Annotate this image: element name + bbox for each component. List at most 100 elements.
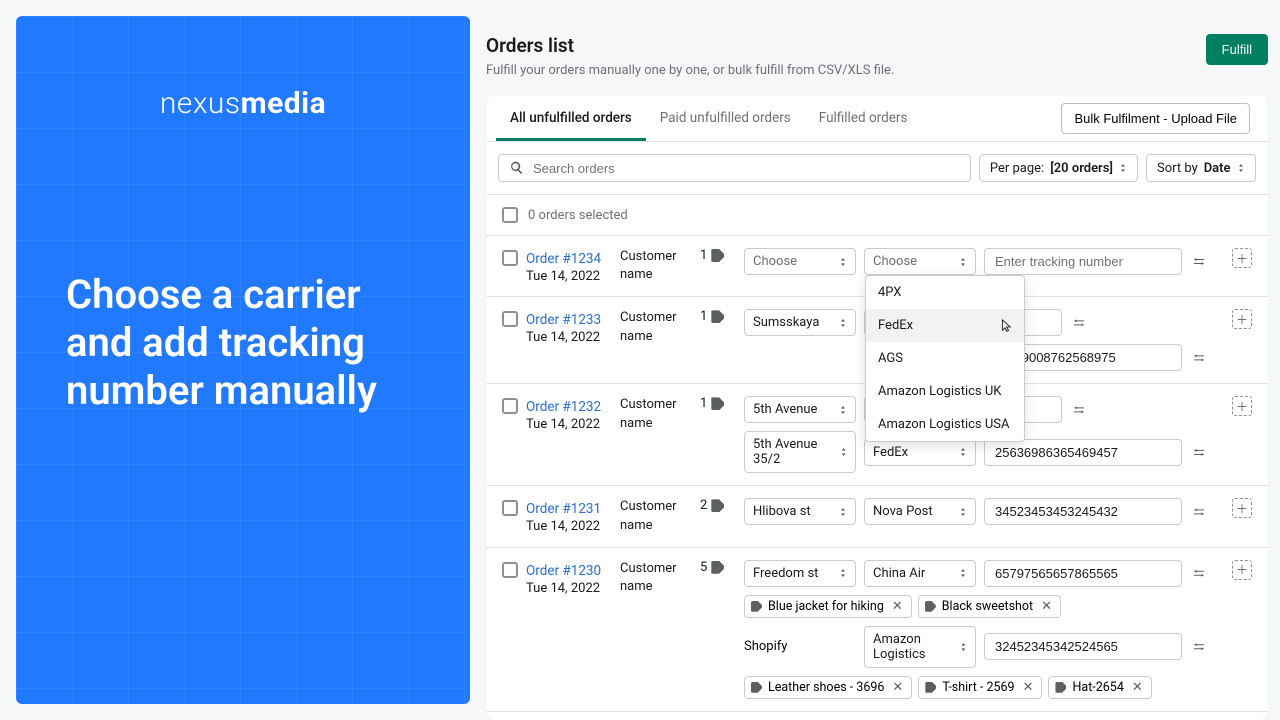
caret-icon (959, 508, 967, 516)
option-label: FedEx (878, 318, 913, 333)
chip-remove-icon[interactable]: ✕ (892, 599, 903, 614)
row-checkbox[interactable] (502, 311, 518, 327)
reorder-icon[interactable] (1190, 503, 1208, 521)
add-line-button[interactable]: ＋ (1232, 560, 1252, 580)
select-all-checkbox[interactable] (502, 207, 518, 223)
item-count: 1 (700, 396, 736, 411)
caret-icon (839, 569, 847, 577)
caret-icon (839, 508, 847, 516)
fulfill-button[interactable]: Fulfill (1206, 34, 1268, 65)
product-chip[interactable]: Hat-2654✕ (1048, 676, 1151, 699)
address-select[interactable]: Choose (744, 248, 856, 275)
tab-fulfilled[interactable]: Fulfilled orders (805, 96, 922, 141)
address-value: 5th Avenue (753, 402, 817, 417)
row-checkbox[interactable] (502, 562, 518, 578)
product-chips: Leather shoes - 3696✕ T-shirt - 2569✕ Hat-… (744, 676, 1220, 699)
tracking-input[interactable] (984, 498, 1182, 525)
reorder-icon[interactable] (1190, 638, 1208, 656)
add-line-button[interactable]: ＋ (1232, 309, 1252, 329)
dropdown-option[interactable]: Amazon Logistics UK (866, 375, 1024, 408)
add-line-button[interactable]: ＋ (1232, 396, 1252, 416)
chip-remove-icon[interactable]: ✕ (1041, 599, 1052, 614)
page-title: Orders list (486, 34, 894, 57)
fulfillment-line: Hlibova st Nova Post (744, 498, 1220, 525)
tag-icon (711, 499, 724, 512)
carrier-select[interactable]: Choose4PXFedExAGSAmazon Logistics UKAmaz… (864, 248, 976, 275)
cursor-icon (998, 319, 1012, 333)
tab-all-unfulfilled[interactable]: All unfulfilled orders (496, 96, 646, 141)
carrier-select[interactable]: FedEx (864, 439, 976, 466)
dropdown-option[interactable]: FedEx (866, 309, 1024, 342)
tracking-input[interactable] (984, 560, 1182, 587)
fulfillment-line: Freedom st China Air (744, 560, 1220, 587)
address-select[interactable]: Hlibova st (744, 498, 856, 525)
reorder-icon[interactable] (1070, 314, 1088, 332)
tracking-input[interactable] (984, 248, 1182, 275)
address-select[interactable]: Sumsskaya (744, 309, 856, 336)
chip-label: Blue jacket for hiking (768, 599, 884, 614)
caret-icon (960, 643, 967, 651)
order-link[interactable]: Order #1231 (526, 501, 601, 517)
search-input-wrap[interactable] (498, 154, 971, 182)
customer-name: Customer name (620, 248, 692, 284)
reorder-icon[interactable] (1190, 443, 1208, 461)
order-link[interactable]: Order #1230 (526, 563, 601, 579)
order-row: Order #1234Tue 14, 2022Customer name1Cho… (486, 236, 1268, 297)
tab-paid-unfulfilled[interactable]: Paid unfulfilled orders (646, 96, 805, 141)
dropdown-option[interactable]: AGS (866, 342, 1024, 375)
product-chip[interactable]: T-shirt - 2569✕ (918, 676, 1042, 699)
product-chips: Blue jacket for hiking✕Black sweetshot✕ (744, 595, 1220, 618)
tag-icon (1055, 682, 1066, 693)
reorder-icon[interactable] (1190, 564, 1208, 582)
search-input[interactable] (533, 161, 960, 176)
bulk-upload-button[interactable]: Bulk Fulfilment - Upload File (1061, 103, 1250, 134)
add-line-button[interactable]: ＋ (1232, 248, 1252, 268)
carrier-select[interactable]: Amazon Logistics (864, 626, 976, 668)
order-link[interactable]: Order #1233 (526, 312, 601, 328)
order-date: Tue 14, 2022 (526, 581, 612, 596)
order-link[interactable]: Order #1234 (526, 251, 601, 267)
caret-icon (1119, 164, 1127, 172)
carrier-value: Amazon Logistics (873, 632, 960, 662)
tag-icon (751, 682, 762, 693)
address-select[interactable]: 5th Avenue 35/2 (744, 431, 856, 473)
page-subtitle: Fulfill your orders manually one by one,… (486, 63, 894, 78)
dropdown-option[interactable]: 4PX (866, 276, 1024, 309)
reorder-icon[interactable] (1190, 253, 1208, 271)
sortby-label: Sort by (1157, 161, 1198, 176)
order-link[interactable]: Order #1232 (526, 399, 601, 415)
carrier-select[interactable]: China Air (864, 560, 976, 587)
order-row: Order #1231Tue 14, 2022Customer name2Hli… (486, 486, 1268, 547)
address-value: Freedom st (753, 566, 818, 581)
chip-remove-icon[interactable]: ✕ (892, 680, 903, 695)
search-icon (509, 160, 525, 176)
channel-label: Shopify (744, 634, 856, 659)
carrier-value: Choose (873, 254, 917, 269)
product-chip[interactable]: Black sweetshot✕ (918, 595, 1061, 618)
dropdown-option[interactable]: Amazon Logistics USA (866, 408, 1024, 441)
row-checkbox[interactable] (502, 250, 518, 266)
reorder-icon[interactable] (1190, 349, 1208, 367)
row-checkbox[interactable] (502, 398, 518, 414)
sort-by-select[interactable]: Sort by Date (1146, 154, 1256, 182)
tracking-input[interactable] (984, 633, 1182, 660)
order-date: Tue 14, 2022 (526, 330, 612, 345)
chip-remove-icon[interactable]: ✕ (1132, 680, 1143, 695)
per-page-select[interactable]: Per page: [20 orders] (979, 154, 1138, 182)
brand-bold: media (241, 86, 327, 121)
carrier-select[interactable]: Nova Post (864, 498, 976, 525)
chip-remove-icon[interactable]: ✕ (1023, 680, 1034, 695)
tracking-input[interactable] (984, 439, 1182, 466)
option-label: 4PX (878, 285, 901, 300)
add-line-button[interactable]: ＋ (1232, 498, 1252, 518)
product-chip[interactable]: Blue jacket for hiking ✕ (744, 595, 912, 618)
address-select[interactable]: 5th Avenue (744, 396, 856, 423)
carrier-value: Nova Post (873, 504, 933, 519)
product-chip[interactable]: Leather shoes - 3696✕ (744, 676, 912, 699)
item-count: 1 (700, 248, 736, 263)
customer-name: Customer name (620, 498, 692, 534)
reorder-icon[interactable] (1070, 401, 1088, 419)
row-checkbox[interactable] (502, 500, 518, 516)
caret-icon (839, 258, 847, 266)
address-select[interactable]: Freedom st (744, 560, 856, 587)
